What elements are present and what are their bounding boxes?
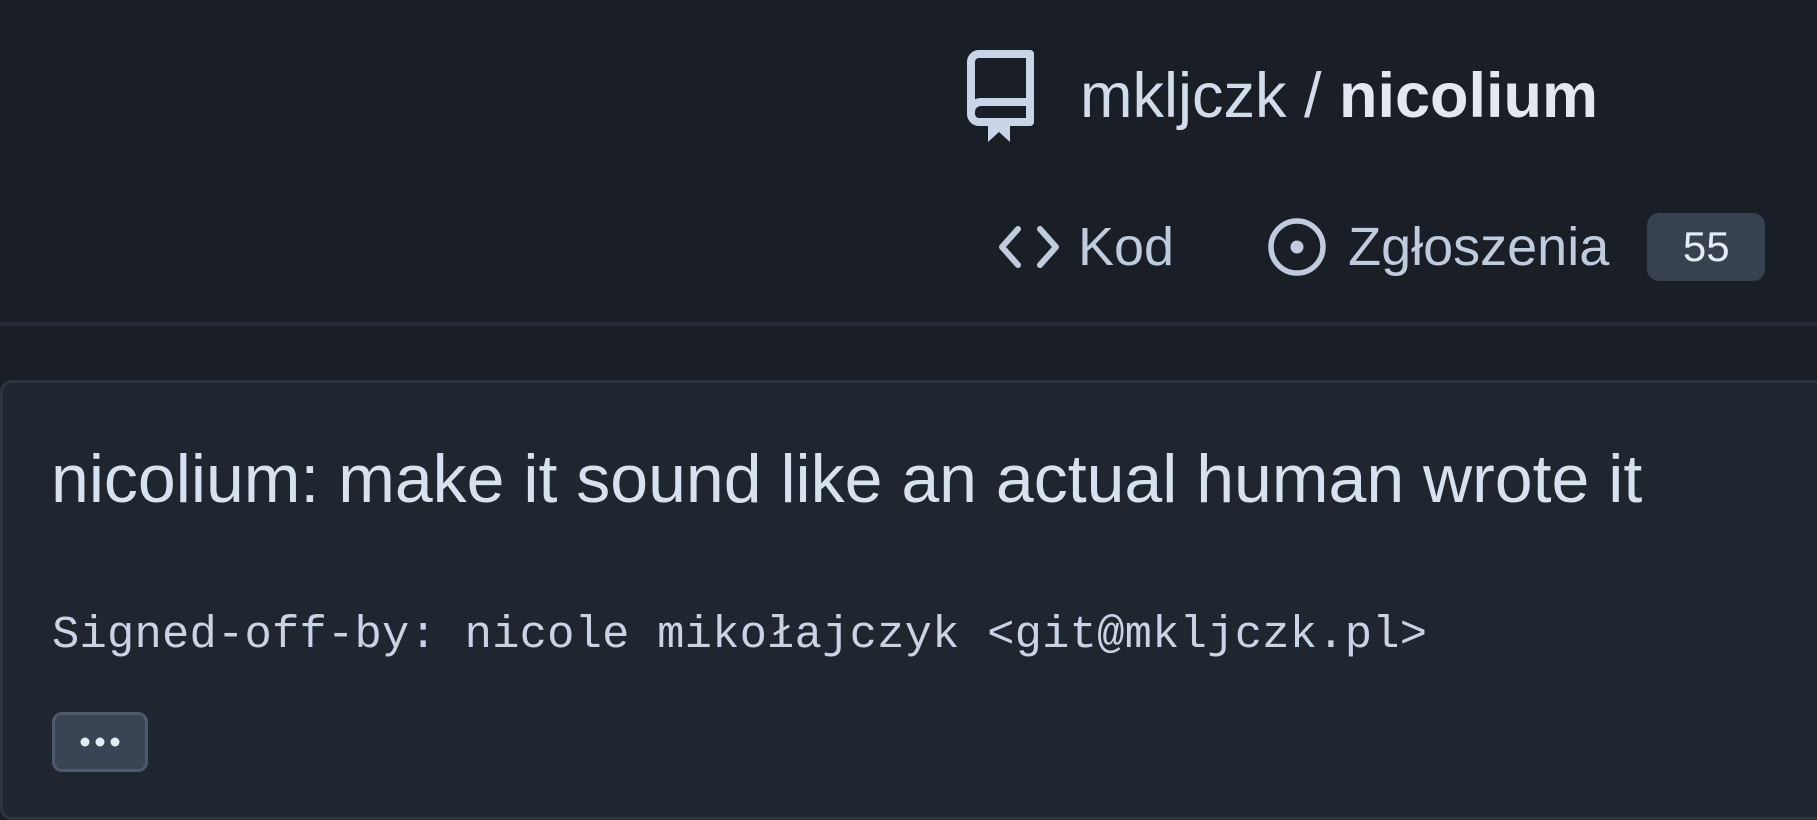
tab-code-label: Kod: [1078, 217, 1175, 277]
commit-card: nicolium: make it sound like an actual h…: [0, 380, 1817, 820]
tab-issues-label: Zgłoszenia: [1348, 217, 1610, 277]
repo-path-separator: /: [1304, 60, 1340, 131]
expand-message-button[interactable]: [52, 712, 148, 772]
commit-title: nicolium: make it sound like an actual h…: [51, 441, 1643, 517]
issues-count-badge: 55: [1647, 213, 1766, 281]
issue-opened-icon: [1266, 216, 1328, 278]
tab-issues[interactable]: Zgłoszenia 55: [1266, 210, 1766, 284]
commit-message-body: Signed-off-by: nicole mikołajczyk <git@m…: [52, 609, 1428, 661]
repo-title: mkljczk / nicolium: [1080, 64, 1598, 128]
repo-header: mkljczk / nicolium Kod Zgłoszenia 55: [0, 0, 1817, 326]
tab-code[interactable]: Kod: [998, 210, 1174, 284]
code-icon: [998, 225, 1060, 269]
ellipsis-icon: [78, 736, 122, 748]
repo-name-link[interactable]: nicolium: [1339, 61, 1598, 131]
repo-owner-link[interactable]: mkljczk: [1080, 61, 1286, 131]
repo-heading: mkljczk / nicolium: [966, 46, 1598, 146]
repo-book-icon: [966, 46, 1038, 146]
repo-tabs: Kod Zgłoszenia 55: [998, 210, 1766, 284]
